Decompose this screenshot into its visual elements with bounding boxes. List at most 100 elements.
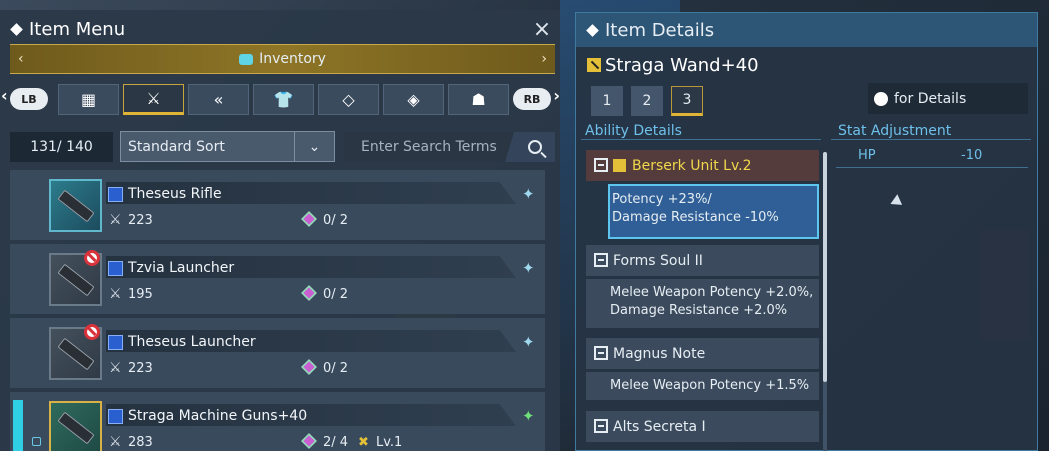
item-list: Theseus Rifle ✦ ⚔ 223 0/ 2 Tzvia Launche…	[10, 170, 545, 451]
item-name: Straga Machine Guns+40	[128, 408, 308, 424]
sword-icon: ⚔	[146, 89, 161, 108]
tab-bags[interactable]: ☗	[448, 84, 509, 115]
ability-name: Forms Soul II	[613, 252, 703, 269]
launcher-type-icon	[108, 335, 123, 350]
ability-desc-line: Melee Weapon Potency +2.0%,	[610, 285, 814, 300]
stat-row: HP -10	[836, 148, 1028, 168]
lb-button[interactable]: LB	[1, 86, 48, 110]
tab-1[interactable]: 1	[591, 86, 623, 116]
attack-icon: ⚔	[109, 360, 122, 376]
for-details-button[interactable]: for Details	[868, 83, 1028, 114]
inventory-label: Inventory	[259, 51, 326, 67]
item-name: Tzvia Launcher	[128, 260, 235, 276]
augment-icon	[613, 159, 626, 172]
scrollbar-thumb[interactable]	[823, 152, 827, 382]
attack-icon: ⚔	[109, 286, 122, 302]
slot-count: 2/ 4	[323, 435, 349, 450]
ability-desc-line: Damage Resistance +2.0%	[610, 303, 788, 318]
attack-icon: ⚔	[109, 212, 122, 228]
item-count: 131/ 140	[10, 132, 113, 162]
double-chevron-icon: «	[213, 90, 224, 109]
inventory-selector[interactable]: ‹ Inventory ›	[10, 44, 555, 74]
favorite-star-icon[interactable]: ✦	[522, 259, 535, 277]
augment-slot-icon	[301, 285, 317, 301]
lock-icon	[32, 437, 41, 446]
attack-value: 195	[128, 287, 153, 302]
ability-details-heading: Ability Details	[585, 123, 682, 139]
machine-gun-type-icon	[108, 409, 123, 424]
inventory-icon	[239, 53, 254, 65]
sort-value: Standard Sort	[128, 138, 225, 155]
slot-count: 0/ 2	[323, 361, 349, 376]
category-tabs: LB ▦ ⚔ « 👕 ◇ ◈ ☗ RB	[1, 84, 560, 116]
pointer-cursor-icon	[890, 194, 906, 210]
collapse-icon[interactable]	[594, 253, 608, 267]
ability-name: Berserk Unit Lv.2	[632, 157, 752, 174]
chevron-right-icon[interactable]: ›	[541, 51, 547, 67]
list-item[interactable]: Straga Machine Guns+40 ✦ ⚔ 283 2/ 4 ✖ Lv…	[10, 392, 545, 451]
augment-slot-icon	[301, 433, 317, 449]
sort-dropdown[interactable]: Standard Sort ⌄	[120, 131, 335, 162]
list-item[interactable]: Theseus Launcher ✦ ⚔ 223 0/ 2	[10, 318, 545, 388]
item-menu-title-text: Item Menu	[29, 19, 126, 40]
ability-header[interactable]: Magnus Note	[586, 338, 819, 369]
tab-2[interactable]: 2	[631, 86, 663, 116]
controller-button-icon	[874, 91, 888, 106]
tab-weapons[interactable]: ⚔	[123, 84, 184, 115]
collapse-icon[interactable]	[594, 346, 608, 360]
collapse-icon[interactable]	[594, 419, 608, 433]
chevron-left-icon[interactable]: ‹	[18, 51, 24, 67]
tab-tags[interactable]: ◇	[318, 84, 379, 115]
stat-adjustment-heading: Stat Adjustment	[838, 123, 952, 139]
augment-slot-icon	[301, 359, 317, 375]
for-details-label: for Details	[894, 90, 967, 107]
attack-value: 283	[128, 435, 153, 450]
favorite-star-icon[interactable]: ✦	[522, 333, 535, 351]
slot-count: 0/ 2	[323, 287, 349, 302]
list-item[interactable]: Tzvia Launcher ✦ ⚔ 195 0/ 2	[10, 244, 545, 314]
item-name: Theseus Launcher	[128, 334, 256, 350]
ability-description: Melee Weapon Potency +2.0%, Damage Resis…	[586, 279, 819, 328]
selected-item-name: Straga Wand+40	[605, 55, 759, 76]
close-button[interactable]: ×	[530, 17, 554, 42]
diamond-icon	[10, 23, 23, 36]
collapse-icon[interactable]	[594, 158, 608, 172]
tag-icon: ◇	[342, 90, 355, 109]
search-icon	[528, 140, 542, 154]
search-input[interactable]: Enter Search Terms	[344, 132, 519, 162]
gem-icon: ◈	[407, 90, 420, 109]
item-name: Theseus Rifle	[128, 186, 222, 202]
tab-gems[interactable]: ◈	[383, 84, 444, 115]
restricted-icon	[84, 324, 100, 340]
diamond-icon	[586, 24, 599, 37]
rifle-type-icon	[108, 187, 123, 202]
tab-units[interactable]: «	[188, 84, 249, 115]
rb-button[interactable]: RB	[513, 86, 560, 110]
tab-all[interactable]: ▦	[58, 84, 119, 115]
favorite-star-icon[interactable]: ✦	[522, 407, 535, 425]
bag-icon: ☗	[471, 90, 486, 109]
ability-list: Berserk Unit Lv.2 Potency +23%/ Damage R…	[586, 150, 820, 450]
stat-label: HP	[858, 148, 876, 163]
launcher-type-icon	[108, 261, 123, 276]
ability-header[interactable]: Berserk Unit Lv.2	[586, 150, 819, 181]
tab-3[interactable]: 3	[671, 86, 703, 116]
ability-description[interactable]: Potency +23%/ Damage Resistance -10%	[608, 184, 819, 239]
augment-level: Lv.1	[376, 435, 403, 450]
item-menu-title: Item Menu	[10, 19, 126, 40]
tab-costumes[interactable]: 👕	[253, 84, 314, 115]
ability-desc-line: Melee Weapon Potency +1.5%	[610, 378, 810, 393]
item-details-panel: Item Details Straga Wand+40 1 2 3 for De…	[575, 12, 1038, 451]
ability-description: Melee Weapon Potency +1.5%	[586, 372, 819, 400]
item-details-title-text: Item Details	[605, 20, 715, 41]
ability-header[interactable]: Alts Secreta I	[586, 411, 819, 442]
selection-indicator	[13, 400, 23, 451]
ability-header[interactable]: Forms Soul II	[586, 245, 819, 276]
ability-desc-line: Damage Resistance -10%	[612, 210, 779, 225]
favorite-star-icon[interactable]: ✦	[522, 185, 535, 203]
chevron-down-icon[interactable]: ⌄	[294, 132, 334, 161]
ability-name: Alts Secreta I	[613, 418, 706, 435]
wand-type-icon	[587, 58, 601, 72]
grid-icon: ▦	[80, 90, 97, 109]
list-item[interactable]: Theseus Rifle ✦ ⚔ 223 0/ 2	[10, 170, 545, 240]
